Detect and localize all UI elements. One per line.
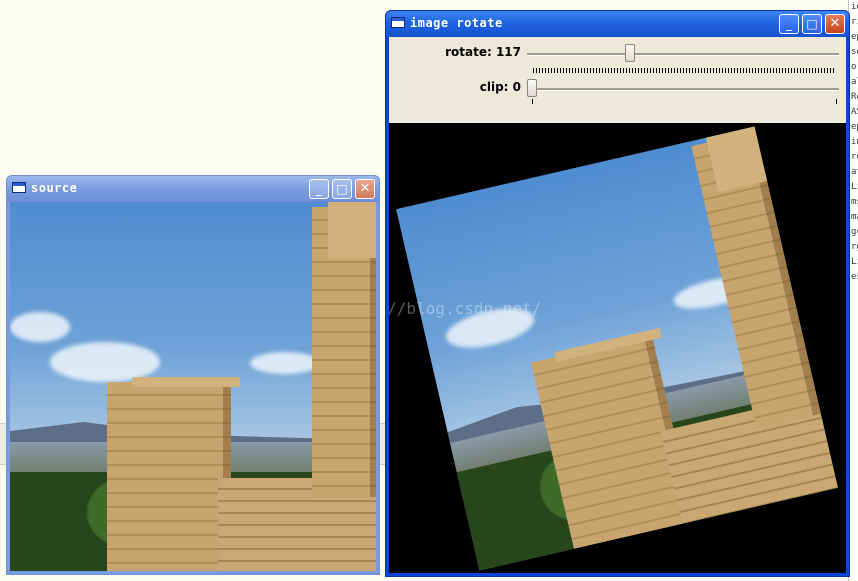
minimize-button[interactable]: _ xyxy=(779,14,799,34)
close-button[interactable]: ✕ xyxy=(355,179,375,199)
maximize-button[interactable]: □ xyxy=(802,14,822,34)
maximize-button[interactable]: □ xyxy=(332,179,352,199)
background-text-fragment: al xyxy=(851,77,858,87)
rotate-trackbar-ticks xyxy=(533,68,836,73)
watermark-text: http://blog.csdn.net/ xyxy=(389,299,542,318)
background-text-fragment: or xyxy=(851,62,858,72)
background-text-fragment: AS xyxy=(851,107,858,117)
clip-tick-start xyxy=(532,99,533,104)
background-text-fragment: ep xyxy=(851,32,858,42)
background-text-fragment: rg xyxy=(851,242,858,252)
background-text-fragment: io xyxy=(851,2,858,12)
background-text-fragment: ri xyxy=(851,17,858,27)
image-rotate-window[interactable]: image rotate _ □ ✕ rotate: 117 clip: 0 /… xyxy=(385,10,850,577)
close-button[interactable]: ✕ xyxy=(825,14,845,34)
background-text-fragment: gc xyxy=(851,227,858,237)
source-titlebar[interactable]: source _ □ ✕ xyxy=(7,176,379,202)
trackbar-panel: rotate: 117 clip: 0 xyxy=(389,37,846,123)
background-text-fragment: at xyxy=(851,167,858,177)
minimize-button[interactable]: _ xyxy=(309,179,329,199)
rotate-trackbar[interactable] xyxy=(527,53,839,56)
background-text-fragment: Li xyxy=(851,257,858,267)
clip-trackbar-thumb[interactable] xyxy=(527,79,537,97)
background-text-fragment: ms xyxy=(851,197,858,207)
rotate-window-title: image rotate xyxy=(410,16,503,30)
background-text-fragment: ma xyxy=(851,212,858,222)
rotate-client: rotate: 117 clip: 0 //blog.csdn.net/ xyxy=(389,37,846,573)
rotate-label: rotate: 117 xyxy=(445,45,521,59)
rotated-image-canvas: http://blog.csdn.net/ xyxy=(389,123,846,573)
window-icon xyxy=(391,17,405,28)
background-text-fragment: Re xyxy=(851,92,858,102)
rotate-trackbar-thumb[interactable] xyxy=(625,44,636,62)
background-text-fragment: so xyxy=(851,47,858,57)
background-text-fragment: ep xyxy=(851,122,858,132)
clip-tick-end xyxy=(836,99,837,104)
source-image xyxy=(10,202,376,571)
source-window[interactable]: source _ □ ✕ xyxy=(6,175,380,575)
clip-label: clip: 0 xyxy=(479,80,521,94)
window-icon xyxy=(12,182,26,193)
background-text-fragment: in xyxy=(851,137,858,147)
background-text-fragment: es xyxy=(851,272,858,282)
source-window-title: source xyxy=(31,181,78,195)
background-text-fragment: ro xyxy=(851,152,858,162)
clip-trackbar[interactable] xyxy=(527,88,839,91)
background-text-fragment: Li xyxy=(851,182,858,192)
rotate-titlebar[interactable]: image rotate _ □ ✕ xyxy=(386,11,849,37)
